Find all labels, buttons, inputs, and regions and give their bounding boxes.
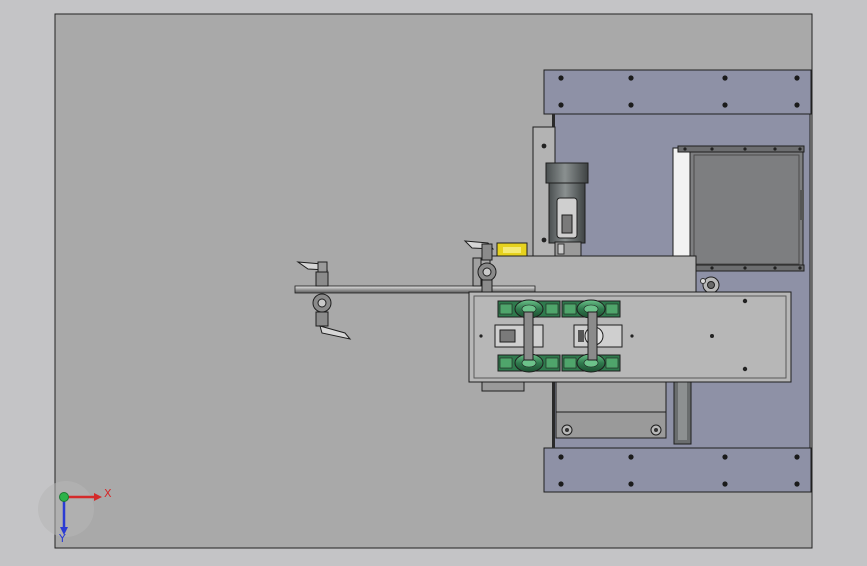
motor-housing — [689, 150, 804, 269]
motor-side-tab — [800, 190, 804, 220]
clamp-ring-center — [482, 267, 492, 277]
lever-stem-lower — [315, 311, 329, 327]
mount-bolt — [541, 143, 547, 149]
clamp-ring-center — [317, 298, 327, 308]
gripper-jaw — [578, 330, 584, 342]
lever-stem — [481, 243, 493, 261]
knob-screw — [700, 278, 706, 284]
knob-center — [707, 281, 715, 289]
top-rail — [543, 69, 812, 115]
motor-top-flange — [677, 145, 805, 153]
screw-center — [565, 428, 569, 432]
mount-bolt — [541, 237, 547, 243]
origin-marker — [59, 492, 69, 502]
gripper-jaw — [499, 329, 516, 343]
lower-bracket-base — [555, 411, 667, 439]
lower-support-post-face — [678, 382, 687, 440]
cad-viewport[interactable]: X Y — [0, 0, 867, 562]
x-axis-label: X — [104, 487, 112, 500]
carriage-tab — [481, 381, 525, 392]
bottom-rail — [543, 447, 812, 493]
warning-label-face — [503, 247, 521, 253]
cylinder-head — [545, 162, 589, 184]
screw-center — [654, 428, 658, 432]
lever-hub — [317, 261, 328, 273]
drawing-canvas[interactable]: X Y — [0, 0, 867, 562]
lever-stem — [315, 271, 329, 287]
motor-bottom-flange — [677, 264, 805, 272]
rod-end-detail — [557, 243, 565, 255]
cylinder-slot — [561, 214, 573, 234]
lever-stem-lower — [481, 279, 493, 293]
y-axis-label: Y — [58, 532, 66, 545]
